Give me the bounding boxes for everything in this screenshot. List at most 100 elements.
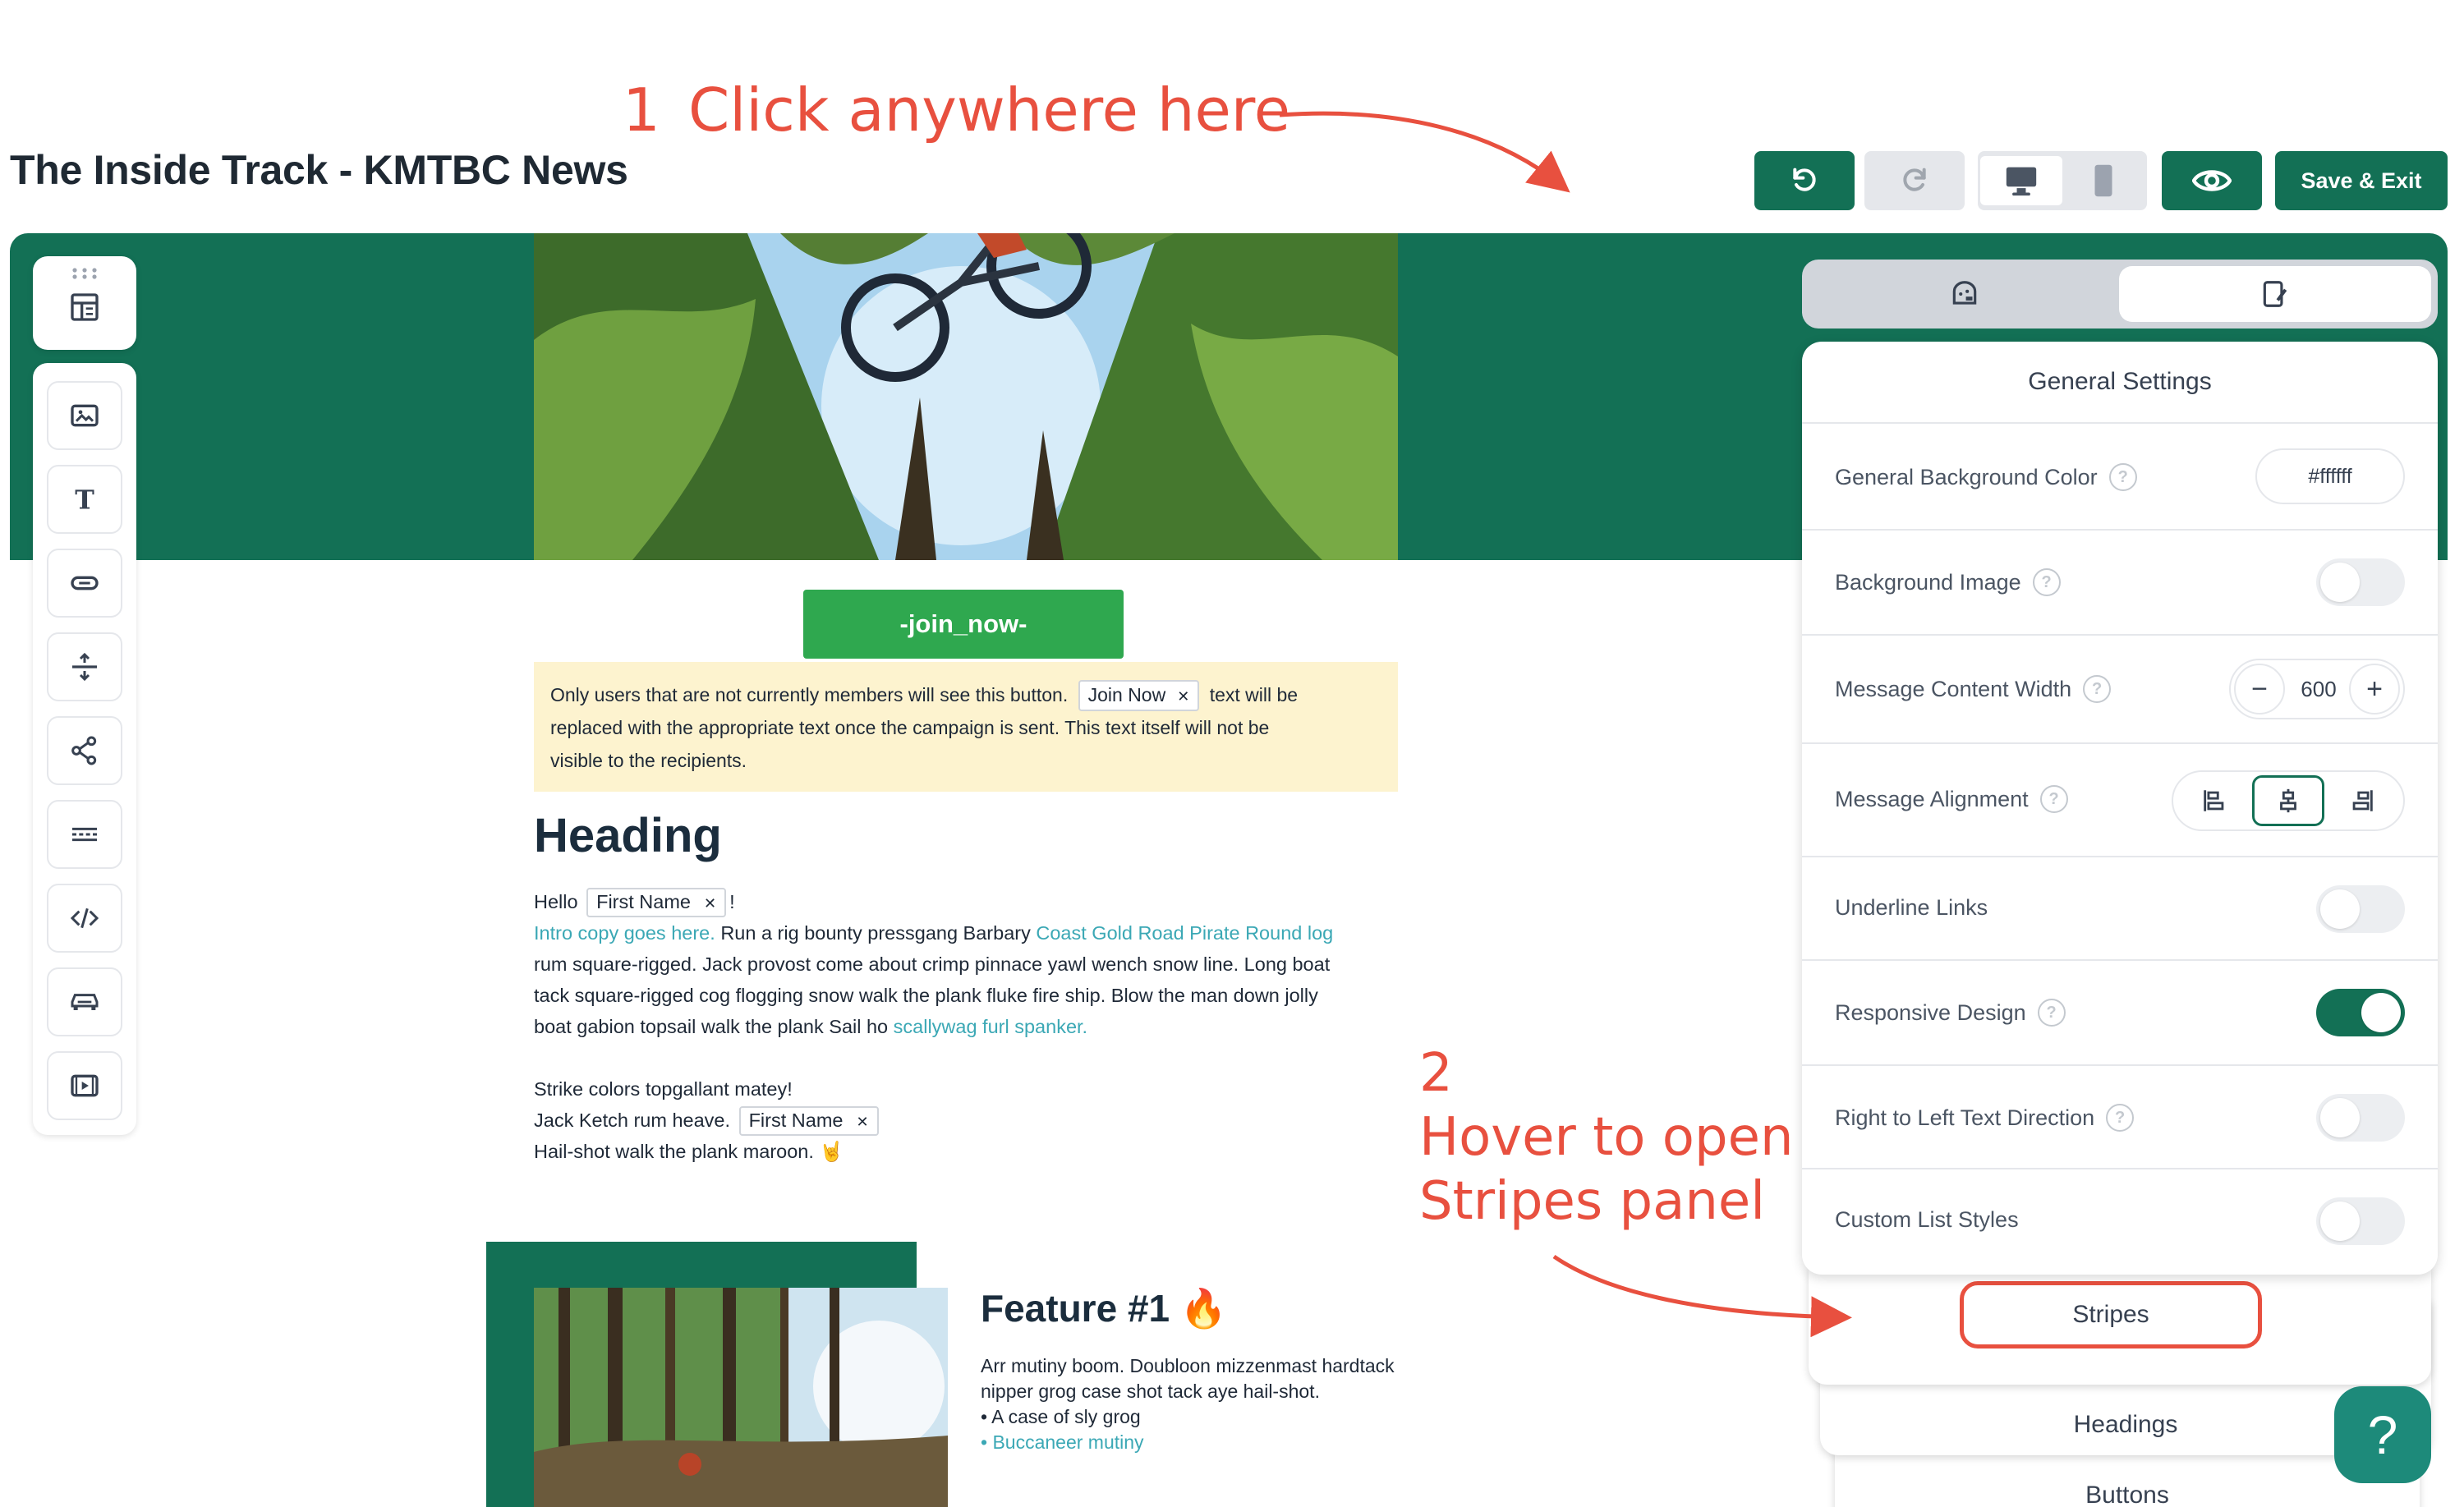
bg-image-label: Background Image <box>1835 569 2021 595</box>
help-icon[interactable]: ? <box>2106 1104 2135 1132</box>
mobile-view-button[interactable] <box>2062 156 2145 205</box>
layout-icon[interactable] <box>68 291 101 324</box>
setting-bg-color: General Background Color? #ffffff <box>1802 424 2438 531</box>
feature-title[interactable]: Feature #1 🔥 <box>981 1286 1227 1331</box>
help-icon[interactable]: ? <box>2083 675 2112 703</box>
close-icon[interactable]: ✕ <box>856 1114 868 1130</box>
annotation-step1-text: Click anywhere here <box>688 76 1291 145</box>
setting-alignment: Message Alignment? <box>1802 744 2438 857</box>
first-name-chip-label: First Name <box>748 1110 844 1131</box>
brush-icon <box>2263 281 2287 307</box>
align-right-button[interactable] <box>2326 775 2398 826</box>
undo-icon <box>1793 168 1816 191</box>
html-block-tool[interactable] <box>47 884 122 953</box>
layout-tool-panel <box>33 256 136 350</box>
notice-text-1: Only users that are not currently member… <box>550 684 1069 705</box>
page-title: The Inside Track - KMTBC News <box>10 147 628 193</box>
headings-tab-label: Headings <box>2073 1411 2178 1438</box>
body-copy[interactable]: Hello First Name ✕! Intro copy goes here.… <box>534 886 1398 1167</box>
responsive-toggle[interactable] <box>2316 989 2405 1036</box>
setting-content-width: Message Content Width? − 600 + <box>1802 636 2438 744</box>
drag-handle-icon[interactable] <box>68 266 101 281</box>
rtl-toggle[interactable] <box>2316 1094 2405 1142</box>
intro-link[interactable]: Intro copy goes here. <box>534 922 715 944</box>
content-block-toolbar: T <box>33 363 136 1135</box>
product-block-tool[interactable] <box>47 967 122 1036</box>
car-icon <box>71 994 99 1010</box>
image-icon <box>71 404 99 427</box>
join-now-button[interactable]: -join_now- <box>803 590 1124 659</box>
image-block-tool[interactable] <box>47 381 122 450</box>
redo-icon <box>1903 168 1926 191</box>
video-block-tool[interactable] <box>47 1051 122 1120</box>
align-left-button[interactable] <box>2178 775 2250 826</box>
email-canvas[interactable]: T -join_now- Only users that are not cur… <box>10 233 2448 1507</box>
body-line-2: rum square-rigged. Jack provost come abo… <box>534 953 1331 975</box>
divider-block-tool[interactable] <box>47 632 122 701</box>
preview-button[interactable] <box>2162 151 2262 210</box>
button-block-tool[interactable] <box>47 549 122 618</box>
spacer-block-tool[interactable] <box>47 800 122 869</box>
setting-bg-image: Background Image? <box>1802 531 2438 636</box>
help-button[interactable]: ? <box>2334 1386 2431 1483</box>
list-label: Custom List Styles <box>1835 1207 2019 1232</box>
close-icon[interactable]: ✕ <box>704 895 716 912</box>
close-icon[interactable]: ✕ <box>1177 688 1189 705</box>
bg-color-input[interactable]: #ffffff <box>2255 448 2405 504</box>
panel-tab-bar <box>1802 260 2438 329</box>
first-name-chip[interactable]: First Name ✕ <box>586 888 727 917</box>
underline-toggle[interactable] <box>2316 885 2405 933</box>
join-now-chip[interactable]: Join Now ✕ <box>1078 680 1200 711</box>
alignment-label: Message Alignment <box>1835 786 2029 811</box>
save-exit-button[interactable]: Save & Exit <box>2275 151 2448 210</box>
tab-general-settings[interactable] <box>2119 266 2431 322</box>
width-value[interactable]: 600 <box>2288 660 2349 718</box>
help-icon[interactable]: ? <box>2032 568 2061 596</box>
tab-content-settings[interactable] <box>1809 266 2121 322</box>
align-center-icon <box>2280 788 2296 813</box>
underline-label: Underline Links <box>1835 895 1988 920</box>
desktop-view-button[interactable] <box>1980 156 2062 205</box>
feature-image-forest[interactable] <box>534 1288 948 1507</box>
stripes-tab-highlight[interactable]: Stripes <box>1960 1281 2262 1348</box>
first-name-chip[interactable]: First Name ✕ <box>738 1106 879 1136</box>
feature-bullet-2[interactable]: • Buccaneer mutiny <box>981 1430 1408 1455</box>
list-toggle[interactable] <box>2316 1197 2405 1245</box>
width-increase-button[interactable]: + <box>2349 664 2400 714</box>
align-left-icon <box>2204 790 2224 811</box>
divider-icon <box>72 652 97 682</box>
feature-paragraph: Arr mutiny boom. Doubloon mizzenmast har… <box>981 1355 1395 1402</box>
bg-image-toggle[interactable] <box>2316 558 2405 606</box>
hero-image-mountain-biker[interactable] <box>534 233 1398 560</box>
width-stepper: − 600 + <box>2229 659 2405 719</box>
hello-text: Hello <box>534 891 578 912</box>
general-settings-panel: General Settings General Background Colo… <box>1802 342 2438 1275</box>
content-heading[interactable]: Heading <box>534 808 722 863</box>
help-icon[interactable]: ? <box>2108 463 2137 491</box>
strike-line: Strike colors topgallant matey! <box>534 1078 793 1100</box>
body-link-3[interactable]: scallywag furl spanker. <box>894 1016 1087 1037</box>
width-decrease-button[interactable]: − <box>2234 664 2285 714</box>
annotation-step2: 2 Hover to open Stripes panel <box>1419 1041 1794 1234</box>
eye-icon <box>2192 170 2232 191</box>
undo-button[interactable] <box>1754 151 1855 210</box>
social-block-tool[interactable] <box>47 716 122 785</box>
code-icon <box>70 907 99 929</box>
align-right-icon <box>2352 790 2373 811</box>
intro-link-2[interactable]: Coast Gold Road Pirate Round log <box>1036 922 1333 944</box>
rtl-label: Right to Left Text Direction <box>1835 1105 2095 1130</box>
setting-custom-list: Custom List Styles <box>1802 1169 2438 1273</box>
annotation-step2-line1: Hover to open <box>1419 1107 1794 1168</box>
panel-title: General Settings <box>1802 342 2438 424</box>
feature-bullet-1: • A case of sly grog <box>981 1406 1141 1427</box>
help-icon[interactable]: ? <box>2039 785 2068 813</box>
help-icon[interactable]: ? <box>2037 999 2066 1027</box>
button-icon <box>71 576 99 590</box>
redo-button[interactable] <box>1864 151 1965 210</box>
align-center-button[interactable] <box>2252 775 2324 826</box>
text-block-tool[interactable]: T <box>47 465 122 534</box>
responsive-label: Responsive Design <box>1835 999 2026 1025</box>
annotation-step2-line2: Stripes panel <box>1419 1171 1766 1232</box>
body-line-4: boat gabion topsail walk the plank Sail … <box>534 1016 889 1037</box>
feature-body[interactable]: Arr mutiny boom. Doubloon mizzenmast har… <box>981 1353 1408 1455</box>
